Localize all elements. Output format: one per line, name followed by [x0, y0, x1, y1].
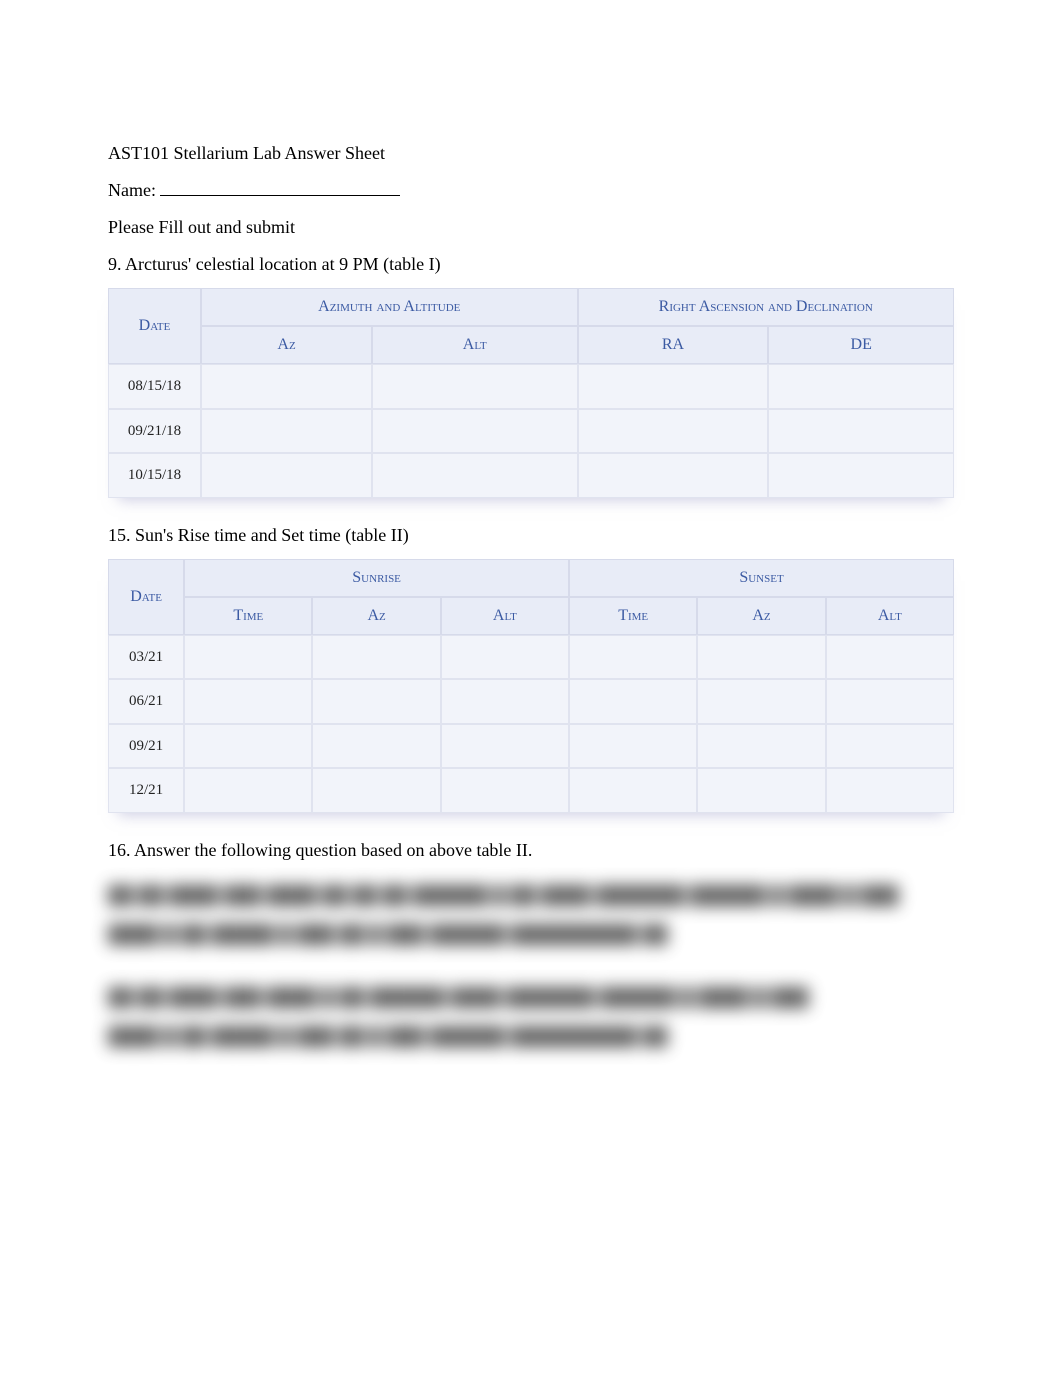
t2-sr-az[interactable]: [312, 724, 440, 769]
page-title: AST101 Stellarium Lab Answer Sheet: [108, 140, 954, 167]
question-9: 9. Arcturus' celestial location at 9 PM …: [108, 251, 954, 278]
t1-header-de: DE: [768, 326, 954, 364]
t2-sr-alt[interactable]: [441, 724, 569, 769]
instruction-text: Please Fill out and submit: [108, 214, 954, 241]
t2-sr-time[interactable]: [184, 635, 312, 680]
table-row: 09/21/18: [108, 409, 954, 454]
t2-ss-alt[interactable]: [826, 724, 954, 769]
t2-ss-time[interactable]: [569, 768, 697, 813]
t1-date: 10/15/18: [108, 453, 201, 498]
t2-sr-alt[interactable]: [441, 768, 569, 813]
table-row: 10/15/18: [108, 453, 954, 498]
t2-ss-alt[interactable]: [826, 679, 954, 724]
t1-alt[interactable]: [372, 364, 577, 409]
t2-ss-az[interactable]: [697, 679, 825, 724]
t2-header-sunrise: Sunrise: [184, 559, 569, 597]
t2-ss-az[interactable]: [697, 635, 825, 680]
table-row: 09/21: [108, 724, 954, 769]
t2-ss-time[interactable]: [569, 724, 697, 769]
t2-date: 06/21: [108, 679, 184, 724]
t1-de[interactable]: [768, 364, 954, 409]
question-16: 16. Answer the following question based …: [108, 837, 954, 864]
t1-header-alt: Alt: [372, 326, 577, 364]
t2-header-time: Time: [184, 597, 312, 635]
t2-header-alt: Alt: [441, 597, 569, 635]
table-row: 06/21: [108, 679, 954, 724]
t2-ss-alt[interactable]: [826, 635, 954, 680]
t1-header-az: Az: [201, 326, 372, 364]
t2-header-sunset: Sunset: [569, 559, 954, 597]
t1-header-radec: Right Ascension and Declination: [578, 288, 955, 326]
name-label: Name:: [108, 177, 156, 204]
t2-header-alt: Alt: [826, 597, 954, 635]
t2-sr-time[interactable]: [184, 724, 312, 769]
t2-date: 12/21: [108, 768, 184, 813]
t2-ss-time[interactable]: [569, 635, 697, 680]
question-15: 15. Sun's Rise time and Set time (table …: [108, 522, 954, 549]
t2-header-date: Date: [108, 559, 184, 635]
t1-date: 09/21/18: [108, 409, 201, 454]
t2-date: 03/21: [108, 635, 184, 680]
t2-sr-az[interactable]: [312, 635, 440, 680]
t1-az[interactable]: [201, 453, 372, 498]
t2-sr-time[interactable]: [184, 768, 312, 813]
t1-alt[interactable]: [372, 453, 577, 498]
t2-ss-az[interactable]: [697, 724, 825, 769]
t2-sr-alt[interactable]: [441, 635, 569, 680]
t1-de[interactable]: [768, 409, 954, 454]
name-field-line: Name:: [108, 177, 954, 204]
t1-az[interactable]: [201, 364, 372, 409]
t1-ra[interactable]: [578, 453, 769, 498]
t2-header-az: Az: [312, 597, 440, 635]
t2-ss-time[interactable]: [569, 679, 697, 724]
t2-sr-az[interactable]: [312, 768, 440, 813]
t2-header-az: Az: [697, 597, 825, 635]
t2-date: 09/21: [108, 724, 184, 769]
t2-ss-alt[interactable]: [826, 768, 954, 813]
t1-de[interactable]: [768, 453, 954, 498]
t1-date: 08/15/18: [108, 364, 201, 409]
table-row: 08/15/18: [108, 364, 954, 409]
t2-sr-az[interactable]: [312, 679, 440, 724]
blurred-content: ██ ██ ████ ███ ████ ██ ██ ██ ██████ █ ██…: [108, 882, 954, 1050]
t2-sr-alt[interactable]: [441, 679, 569, 724]
t2-sr-time[interactable]: [184, 679, 312, 724]
t1-alt[interactable]: [372, 409, 577, 454]
t1-header-ra: RA: [578, 326, 769, 364]
table-row: 03/21: [108, 635, 954, 680]
t2-ss-az[interactable]: [697, 768, 825, 813]
table-1: Date Azimuth and Altitude Right Ascensio…: [108, 288, 954, 498]
t1-header-date: Date: [108, 288, 201, 364]
t1-az[interactable]: [201, 409, 372, 454]
table-row: 12/21: [108, 768, 954, 813]
name-input[interactable]: [160, 195, 400, 196]
t1-ra[interactable]: [578, 364, 769, 409]
t1-header-azalt: Azimuth and Altitude: [201, 288, 577, 326]
t2-header-time: Time: [569, 597, 697, 635]
table-2: Date Sunrise Sunset Time Az Alt Time Az …: [108, 559, 954, 813]
t1-ra[interactable]: [578, 409, 769, 454]
